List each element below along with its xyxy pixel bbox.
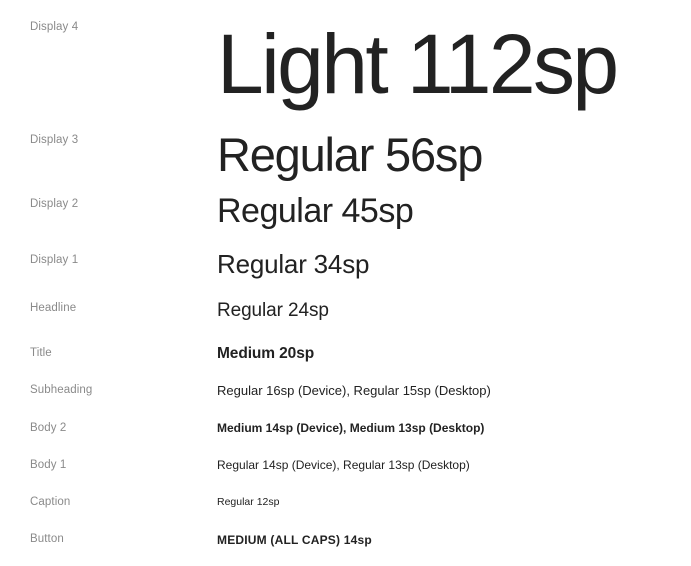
row-sample-subheading: Regular 16sp (Device), Regular 15sp (Des… [217, 383, 491, 398]
row-sample-button: MEDIUM (ALL CAPS) 14sp [217, 533, 372, 547]
row-sample-display-1: Regular 34sp [217, 249, 370, 279]
row-sample-display-4: Light 112sp [217, 17, 619, 111]
row-label-button: Button [30, 533, 64, 545]
row-sample-body-1: Regular 14sp (Device), Regular 13sp (Des… [217, 458, 470, 472]
type-scale-sheet: Display 4 Light 112sp Display 3 Regular … [0, 0, 691, 566]
row-label-headline: Headline [30, 302, 77, 314]
row-label-title: Title [30, 347, 52, 359]
row-label-display-3: Display 3 [30, 134, 79, 146]
row-sample-caption: Regular 12sp [217, 496, 280, 508]
row-sample-body-2: Medium 14sp (Device), Medium 13sp (Deskt… [217, 421, 485, 435]
row-sample-display-3: Regular 56sp [217, 128, 483, 181]
row-label-display-4: Display 4 [30, 21, 79, 33]
row-label-subheading: Subheading [30, 384, 93, 396]
row-label-display-2: Display 2 [30, 198, 79, 210]
row-label-body-1: Body 1 [30, 459, 67, 471]
row-label-display-1: Display 1 [30, 254, 79, 266]
row-label-caption: Caption [30, 496, 71, 508]
row-label-body-2: Body 2 [30, 422, 67, 434]
row-sample-display-2: Regular 45sp [217, 192, 414, 230]
row-sample-headline: Regular 24sp [217, 300, 329, 321]
row-sample-title: Medium 20sp [217, 345, 315, 362]
